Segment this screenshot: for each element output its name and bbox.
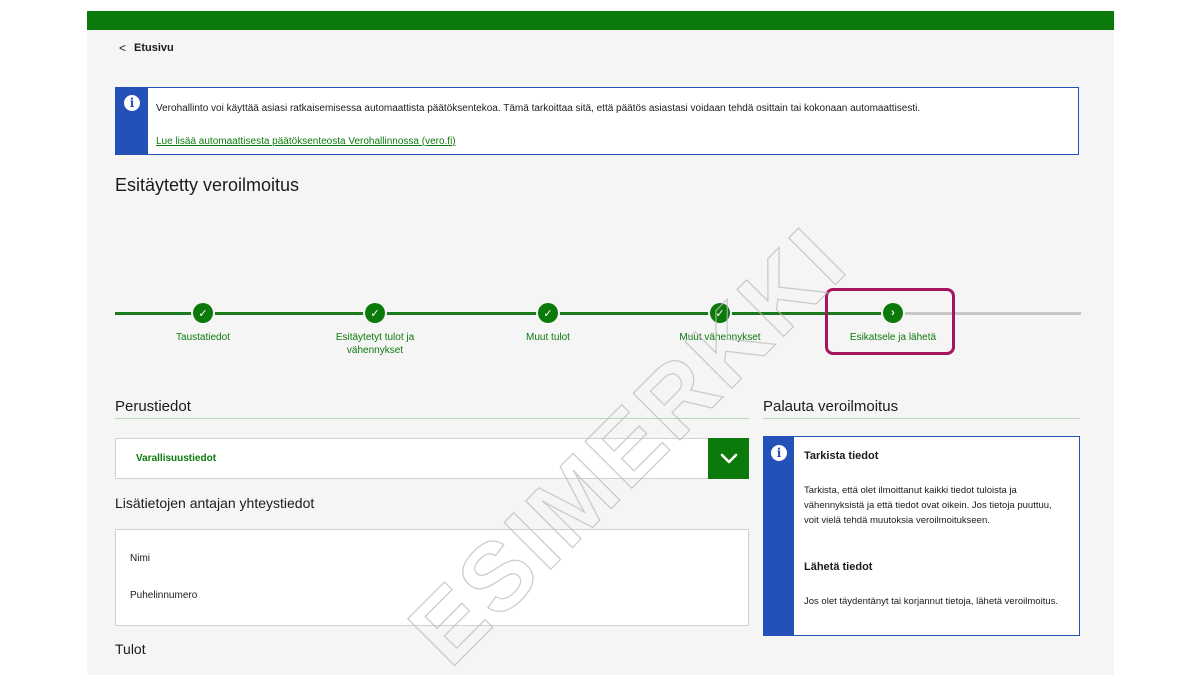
sidebar-heading: Palauta veroilmoitus: [763, 398, 1080, 419]
current-step-highlight: [825, 288, 955, 355]
check-icon: ✓: [193, 303, 213, 323]
check-icon: ✓: [710, 303, 730, 323]
check-heading: Tarkista tiedot: [804, 450, 879, 462]
expand-button[interactable]: [708, 438, 749, 479]
check-icon: ✓: [365, 303, 385, 323]
notice-text: Verohallinto voi käyttää asiasi ratkaise…: [156, 103, 921, 114]
info-icon: i: [771, 445, 787, 461]
contact-info-box: Nimi Puhelinnumero: [115, 529, 749, 626]
check-text: Tarkista, että olet ilmoittanut kaikki t…: [804, 485, 1052, 526]
notice-link[interactable]: Lue lisää automaattisesta päätöksenteost…: [156, 136, 456, 147]
step-esitaytetyt-tulot[interactable]: ✓ Esitäytetyt tulot ja vähennykset: [310, 301, 440, 357]
info-icon: i: [124, 95, 140, 111]
page: < Etusivu i Verohallinto voi käyttää asi…: [87, 11, 1114, 675]
page-title: Esitäytetty veroilmoitus: [115, 175, 300, 195]
contact-field-name: Nimi: [130, 553, 150, 564]
send-text: Jos olet täydentänyt tai korjannut tieto…: [804, 596, 1059, 607]
tulot-heading: Tulot: [115, 641, 146, 657]
perustiedot-heading: Perustiedot: [115, 398, 749, 419]
back-link[interactable]: < Etusivu: [119, 41, 174, 55]
contact-field-phone: Puhelinnumero: [130, 590, 198, 601]
contact-heading: Lisätietojen antajan yhteystiedot: [115, 495, 315, 511]
step-label: Taustatiedot: [176, 332, 230, 343]
automation-notice: i Verohallinto voi käyttää asiasi ratkai…: [115, 87, 1079, 155]
chevron-down-icon: [720, 453, 737, 463]
step-taustatiedot[interactable]: ✓ Taustatiedot: [138, 301, 268, 344]
step-label: Muut vähennykset: [679, 332, 761, 343]
chevron-left-icon: <: [119, 41, 127, 55]
step-label: Esitäytetyt tulot ja vähennykset: [335, 332, 415, 356]
submit-info-box: i Tarkista tiedot Tarkista, että olet il…: [763, 436, 1080, 636]
top-bar: [87, 11, 1114, 30]
step-label: Muut tulot: [526, 332, 570, 343]
accordion-varallisuustiedot[interactable]: Varallisuustiedot: [115, 438, 749, 479]
step-muut-tulot[interactable]: ✓ Muut tulot: [483, 301, 613, 344]
check-icon: ✓: [538, 303, 558, 323]
step-muut-vahennykset[interactable]: ✓ Muut vähennykset: [655, 301, 785, 344]
back-link-label: Etusivu: [134, 42, 174, 54]
send-heading: Lähetä tiedot: [804, 561, 873, 573]
accordion-label: Varallisuustiedot: [136, 453, 217, 464]
sidebox-stripe: i: [764, 437, 794, 635]
notice-stripe: i: [116, 88, 148, 154]
